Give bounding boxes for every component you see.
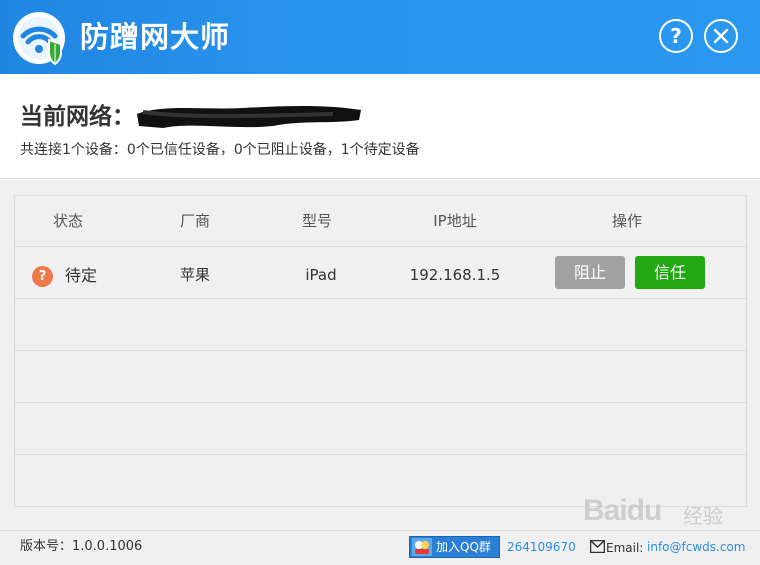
header-status: 状态	[52, 212, 83, 230]
network-header: 当前网络： 共连接1个设备：0个已信任设备，0个已阻止设备，1个待定设备	[0, 74, 760, 179]
table-row-empty	[15, 299, 746, 351]
network-name-redacted	[137, 106, 361, 128]
block-button[interactable]: 阻止	[555, 256, 625, 289]
device-summary: 共连接1个设备：0个已信任设备，0个已阻止设备，1个待定设备	[20, 142, 420, 158]
table-row-empty	[15, 351, 746, 403]
status-cell: ? 待定	[15, 247, 121, 299]
header-vendor: 厂商	[179, 212, 210, 230]
email-label: Email:	[606, 541, 644, 555]
version-label: 版本号：1.0.0.1006	[20, 539, 143, 554]
trust-button[interactable]: 信任	[635, 256, 705, 289]
watermark-text: Baidu	[583, 494, 662, 527]
title-bar: 防蹭网大师 ?	[0, 0, 760, 74]
vendor-cell: 苹果	[179, 266, 210, 284]
question-circle-icon: ?	[670, 24, 682, 48]
table-row: ? 待定 苹果 iPad 192.168.1.5 阻止 信任	[15, 247, 746, 299]
header-ip: IP地址	[433, 212, 477, 230]
question-icon: ?	[32, 266, 53, 287]
header-actions: 操作	[611, 212, 642, 230]
current-network-label: 当前网络：	[20, 104, 135, 130]
close-circle-icon	[713, 28, 729, 44]
table-header: 状态 厂商 型号 IP地址 操作	[15, 196, 746, 247]
device-table: 状态 厂商 型号 IP地址 操作 ? 待定 苹果 iPad 192.168.1.…	[14, 195, 747, 507]
qq-group-label: 加入QQ群	[436, 540, 491, 554]
table-row-empty	[15, 403, 746, 455]
close-button[interactable]	[704, 19, 738, 53]
device-list-area: 状态 厂商 型号 IP地址 操作 ? 待定 苹果 iPad 192.168.1.…	[0, 180, 760, 530]
footer: 版本号：1.0.0.1006 加入QQ群 264109670 Email: in…	[0, 530, 760, 565]
help-button[interactable]: ?	[659, 19, 693, 53]
qq-group-icon	[412, 538, 432, 556]
qq-number[interactable]: 264109670	[507, 531, 576, 563]
wifi-shield-logo-icon	[13, 12, 65, 66]
email-link[interactable]: info@fcwds.com	[647, 531, 745, 563]
status-text: 待定	[65, 266, 98, 285]
watermark-cn-text: 经验	[683, 504, 723, 528]
app-title: 防蹭网大师	[80, 20, 231, 54]
mail-icon	[590, 540, 605, 553]
join-qq-group-button[interactable]: 加入QQ群	[409, 536, 500, 558]
model-cell: iPad	[305, 266, 337, 284]
header-model: 型号	[301, 212, 332, 230]
ip-cell: 192.168.1.5	[409, 266, 501, 284]
